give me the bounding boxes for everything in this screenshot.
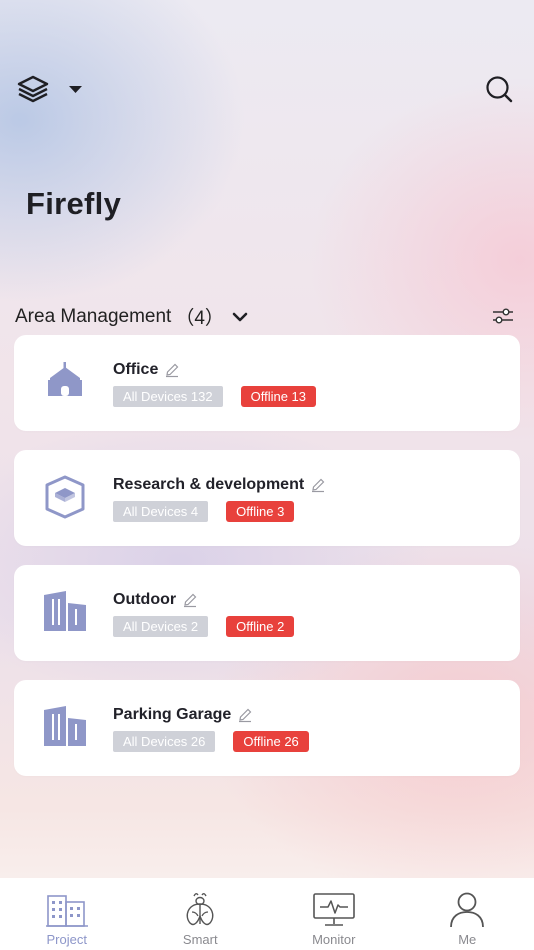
offline-badge: Offline 26 [233,731,309,752]
area-management-label: Area Management [15,305,172,327]
top-bar [0,0,534,130]
edit-icon[interactable] [164,362,180,378]
bottom-tab-bar: Project Smart Monitor Me [0,878,534,950]
firefly-icon [186,893,214,926]
tab-me[interactable]: Me [401,878,534,950]
offline-badge: Offline 3 [226,501,295,522]
project-title: Firefly [26,186,122,221]
area-management-toggle[interactable]: Area Management （4） [15,303,248,330]
sliders-icon[interactable] [492,305,514,327]
project-switcher[interactable] [16,72,88,106]
hexagon-cube-icon [45,475,85,519]
tab-label: Monitor [312,932,356,947]
area-card-parking-garage[interactable]: Parking Garage All Devices 26 Offline 26 [14,680,520,776]
office-building-icon [48,362,82,396]
person-icon [450,892,485,928]
layers-icon [17,75,49,103]
all-devices-badge: All Devices 2 [113,616,209,637]
area-name: Outdoor [113,591,177,608]
tab-label: Project [46,932,87,947]
area-name: Research & development [113,476,305,493]
area-card-outdoor[interactable]: Outdoor All Devices 2 Offline 2 [14,565,520,661]
area-name: Parking Garage [113,706,232,723]
area-management-header: Area Management （4） [15,301,520,329]
chevron-down-icon [232,312,248,321]
all-devices-badge: All Devices 4 [113,501,209,522]
buildings-icon [44,706,86,746]
offline-badge: Offline 13 [240,386,317,407]
offline-badge: Offline 2 [226,616,295,637]
area-card-research-development[interactable]: Research & development All Devices 4 Off… [14,450,520,546]
edit-icon[interactable] [237,707,253,723]
area-count: （4） [175,308,224,329]
edit-icon[interactable] [182,592,198,608]
caret-down-icon [69,86,82,93]
edit-icon[interactable] [310,477,326,493]
area-name: Office [113,361,159,378]
all-devices-badge: All Devices 132 [113,386,223,407]
buildings-icon [44,591,86,631]
search-icon[interactable] [484,74,514,104]
tab-monitor[interactable]: Monitor [267,878,401,950]
tab-label: Me [458,932,477,947]
area-card-office[interactable]: Office All Devices 132 Offline 13 [14,335,520,431]
all-devices-badge: All Devices 26 [113,731,216,752]
building-icon [45,895,88,927]
tab-project[interactable]: Project [0,878,134,950]
tab-label: Smart [182,932,218,947]
tab-smart[interactable]: Smart [134,878,268,950]
monitor-icon [312,893,355,926]
